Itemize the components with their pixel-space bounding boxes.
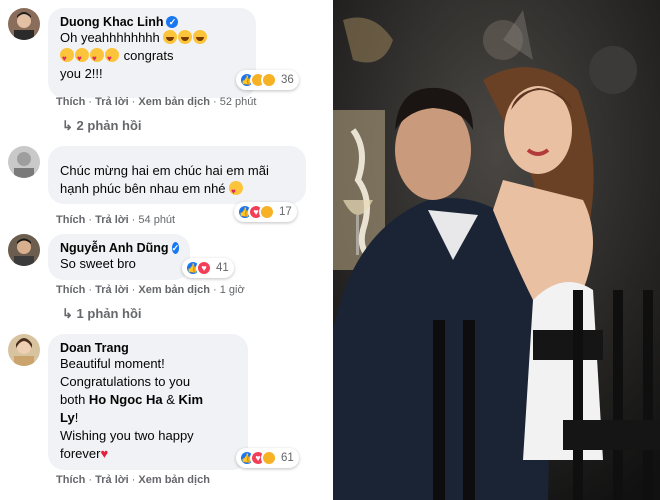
view-replies[interactable]: ↳ 2 phản hồi [62,118,142,134]
timestamp[interactable]: 52 phút [220,96,257,108]
reaction-count: 41 [216,262,229,274]
reaction-count: 36 [281,74,294,86]
laughing-emoji-icon [163,30,178,44]
comment-bubble: Chúc mừng hai em chúc hai em mãi hạnh ph… [48,146,306,204]
tagged-name[interactable]: Ly [60,410,75,425]
comment-text: So sweet bro [60,256,136,271]
tagged-name[interactable]: Kim [179,392,204,407]
love-face-emoji-icon [229,181,244,201]
reaction-count: 17 [279,206,292,218]
comment-line: ! [74,410,79,425]
reply-arrow-icon: ↳ [62,118,73,133]
avatar[interactable] [8,234,40,266]
comment-line: forever [60,446,101,461]
comment-line: congrats [123,48,174,63]
translate-link[interactable]: Xem bản dịch [138,96,210,108]
tagged-name[interactable]: Ho Ngoc Ha [89,392,163,407]
love-face-emoji-icon [90,48,104,68]
reaction-summary[interactable]: 👍 ♥ 17 [234,202,297,222]
avatar[interactable] [8,146,40,178]
verified-badge-icon: ✓ [171,242,180,254]
comment-line: & [162,392,179,407]
comment-actions: Thích · Trả lời · 54 phút [56,214,176,226]
translate-link[interactable]: Xem bản dịch [138,284,210,296]
comment-line: Congratulations to you [60,374,191,389]
avatar[interactable] [8,8,40,40]
verified-badge-icon: ✓ [166,16,179,28]
timestamp[interactable]: 54 phút [138,214,175,226]
comment-text: Chúc mừng hai em chúc hai em mãi hạnh ph… [60,162,294,201]
comment-text: Beautiful moment! Congratulations to you… [60,355,236,463]
reaction-count: 61 [281,452,294,464]
love-face-emoji-icon [75,48,89,68]
translate-link[interactable]: Xem bản dịch [138,474,210,486]
love-face-emoji-icon [60,48,74,68]
comment-line: Oh yeahhhhhhhh [60,30,160,45]
reply-link[interactable]: Trả lời [95,474,129,486]
laughing-emoji-icon [178,30,193,44]
comment-line: you 2!!! [60,66,103,81]
reaction-summary[interactable]: 👍 ♥ 41 [182,258,234,278]
replies-count[interactable]: 1 phản hồi [77,306,142,321]
timestamp[interactable]: 1 giờ [220,284,245,296]
comment-bubble: Duong Khac Linh✓ Oh yeahhhhhhhh congrats… [48,8,256,98]
like-link[interactable]: Thích [56,474,85,486]
like-link[interactable]: Thích [56,214,85,226]
care-reaction-icon [261,72,277,88]
commenter-name[interactable]: Doan Trang [60,341,236,355]
like-link[interactable]: Thích [56,96,85,108]
comments-panel: Duong Khac Linh✓ Oh yeahhhhhhhh congrats… [0,0,333,500]
reply-link[interactable]: Trả lời [95,96,129,108]
reply-link[interactable]: Trả lời [95,214,129,226]
comment-line: hạnh phúc bên nhau em nhé [60,181,226,196]
comment-bubble: Nguyễn Anh Dũng ✓ So sweet bro [48,234,190,280]
care-reaction-icon [259,204,275,220]
comment-line: Beautiful moment! [60,356,165,371]
like-link[interactable]: Thích [56,284,85,296]
commenter-name[interactable]: Nguyễn Anh Dũng ✓ [60,241,180,255]
comment-line: both [60,392,89,407]
view-replies[interactable]: ↳ 1 phản hồi [62,306,142,322]
love-face-emoji-icon [105,48,119,68]
couple-photo [333,0,660,500]
red-heart-emoji-icon: ♥ [100,446,109,461]
care-reaction-icon [261,450,277,466]
heart-reaction-icon: ♥ [196,260,212,276]
replies-count[interactable]: 2 phản hồi [77,118,142,133]
comment-line: Chúc mừng hai em chúc hai em mãi [60,163,269,178]
reaction-summary[interactable]: 👍 ♥ 61 [236,448,299,468]
commenter-name-text[interactable]: Duong Khac Linh [60,15,163,29]
comment-actions: Thích · Trả lời · Xem bản dịch · 52 phút [56,96,257,108]
comment-line: Wishing you two happy [60,428,194,443]
reply-link[interactable]: Trả lời [95,284,129,296]
comment-text: Oh yeahhhhhhhh congrats you 2!!! [60,29,244,83]
comment-actions: Thích · Trả lời · Xem bản dịch [56,474,210,486]
commenter-name-text[interactable]: Nguyễn Anh Dũng [60,241,169,255]
reply-arrow-icon: ↳ [62,306,73,321]
comment-actions: Thích · Trả lời · Xem bản dịch · 1 giờ [56,284,245,296]
avatar[interactable] [8,334,40,366]
commenter-name[interactable]: Duong Khac Linh ✓ [60,15,244,29]
laughing-emoji-icon [193,30,208,44]
reaction-summary[interactable]: 👍 36 [236,70,299,90]
comment-bubble: Doan Trang Beautiful moment! Congratulat… [48,334,248,470]
